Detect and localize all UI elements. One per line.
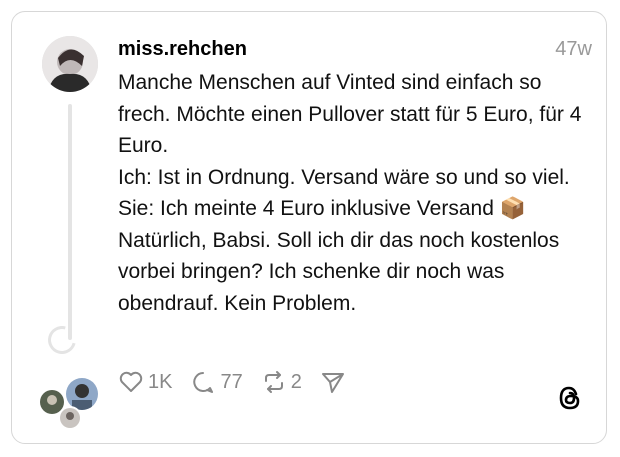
post-time: 47w (555, 38, 592, 60)
heart-icon (119, 371, 143, 392)
username[interactable]: miss.rehchen (118, 38, 247, 61)
threads-logo-icon[interactable] (557, 384, 583, 417)
repost-icon (264, 371, 283, 393)
post-line: Sie: Ich meinte 4 Euro inklusive Versand… (118, 197, 526, 220)
send-icon (321, 373, 344, 393)
like-button[interactable]: 1K (118, 370, 172, 394)
comment-icon (193, 372, 214, 393)
repost-button[interactable]: 2 (261, 370, 302, 394)
reply-avatar-3 (58, 406, 82, 430)
author-avatar[interactable] (42, 36, 98, 92)
comment-count: 77 (220, 370, 243, 393)
thread-line (68, 104, 72, 340)
reply-avatars[interactable] (38, 376, 100, 430)
like-count: 1K (148, 370, 173, 393)
post-line: Ich: Ist in Ordnung. Versand wäre so und… (118, 165, 570, 189)
repost-count: 2 (290, 370, 302, 393)
action-bar: 1K 77 2 (118, 370, 368, 394)
post-line: Manche Menschen auf Vinted sind einfach … (118, 71, 582, 157)
comment-button[interactable]: 77 (190, 370, 243, 394)
share-button[interactable] (320, 370, 350, 394)
post-line: Natürlich, Babsi. Soll ich dir das noch … (118, 228, 560, 315)
post-text: Manche Menschen auf Vinted sind einfach … (118, 67, 588, 319)
